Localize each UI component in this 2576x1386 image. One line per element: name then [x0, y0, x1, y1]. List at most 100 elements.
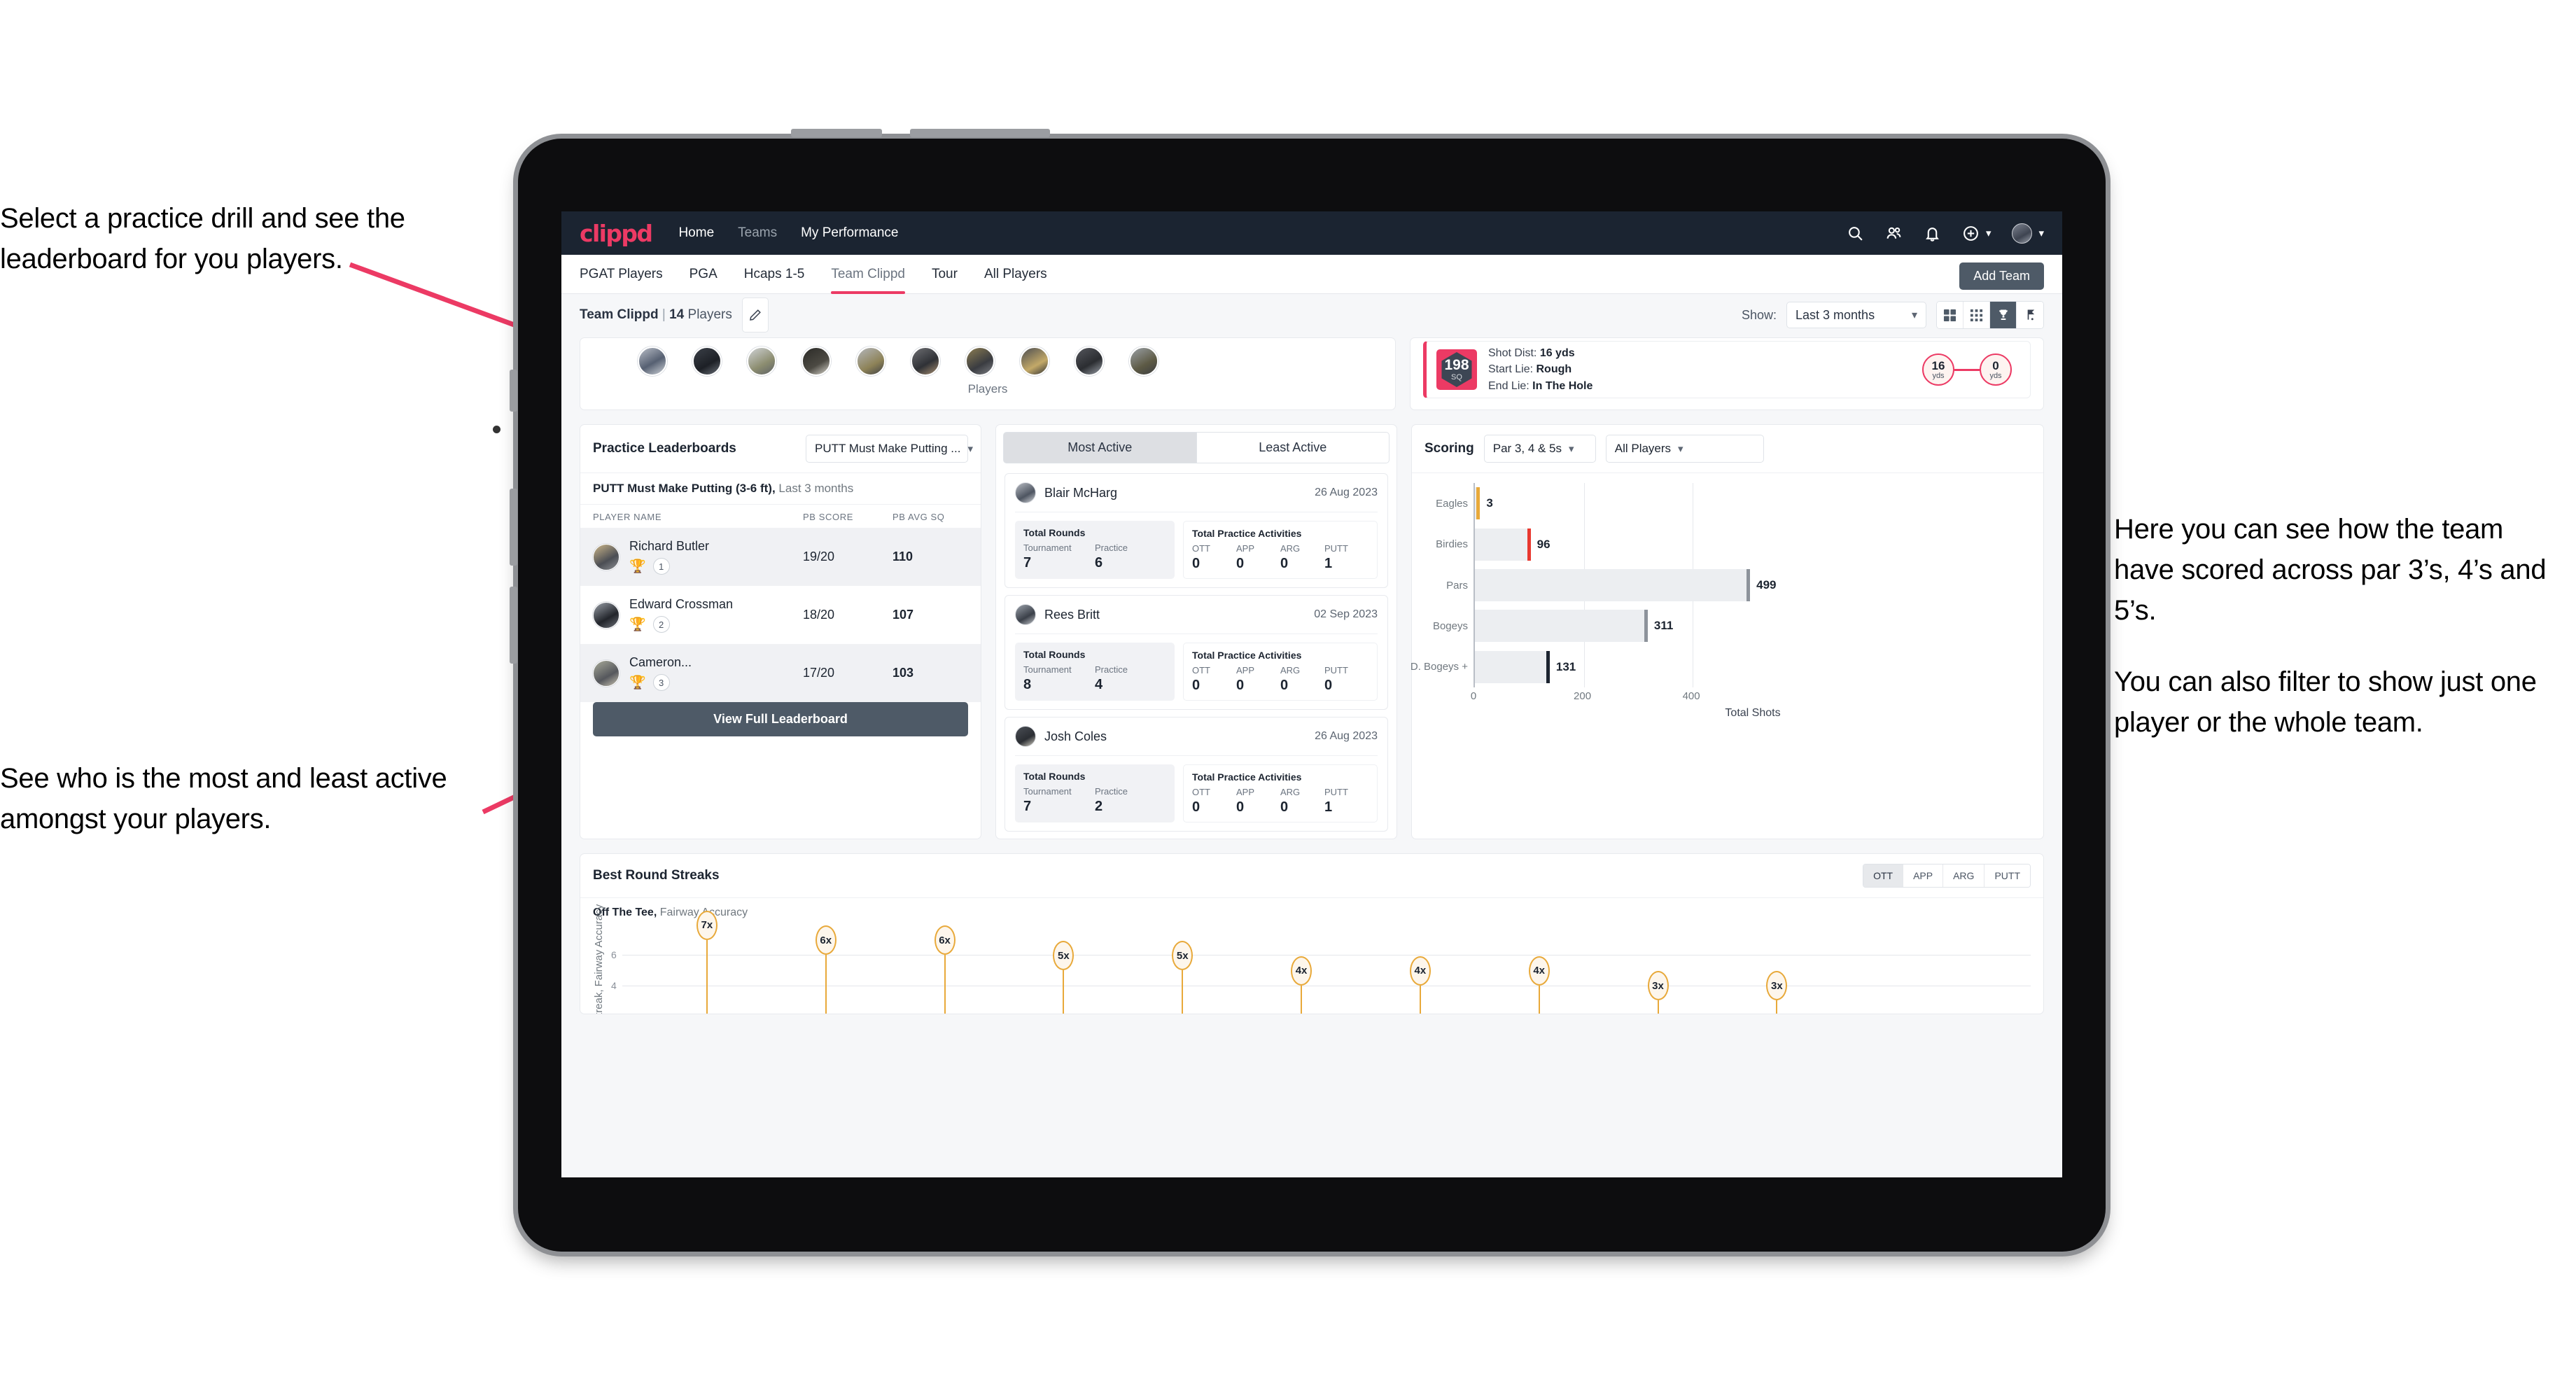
streak-stem	[944, 955, 946, 1014]
tab-all-players[interactable]: All Players	[984, 255, 1047, 294]
rounds-tournament: Tournament 7	[1023, 786, 1095, 815]
chart-bar-row: Bogeys 311	[1433, 610, 1674, 643]
nav-my-performance[interactable]: My Performance	[801, 225, 898, 241]
table-row[interactable]: Cameron... 🏆 3 17/20 103	[580, 644, 981, 702]
bar-category-label: Eagles	[1436, 497, 1468, 510]
streaks-tab-app[interactable]: APP	[1903, 864, 1944, 887]
bottom-row: Best Round Streaks OTT APP ARG PUTT Off …	[580, 853, 2044, 1014]
bar-value-label: 311	[1653, 619, 1674, 633]
key: APP	[1236, 543, 1255, 554]
trophy-icon: 🏆	[629, 617, 646, 632]
edit-team-button[interactable]	[741, 298, 769, 332]
streak-marker[interactable]: 4x	[1409, 955, 1431, 986]
practice-ott: OTT 0	[1192, 543, 1236, 572]
chevron-down-icon: ▾	[2038, 227, 2044, 239]
tab-team-clippd[interactable]: Team Clippd	[831, 255, 905, 294]
streak-marker[interactable]: 6x	[934, 925, 955, 955]
tab-pgat-players[interactable]: PGAT Players	[580, 255, 663, 294]
tab-hcaps-1-5[interactable]: Hcaps 1-5	[744, 255, 805, 294]
streak-marker[interactable]: 4x	[1528, 955, 1550, 986]
player-avatar[interactable]	[1129, 346, 1158, 376]
view-grid-small-button[interactable]	[1963, 302, 1990, 328]
player-avatar[interactable]	[856, 346, 886, 376]
activity-card[interactable]: Blair McHarg 26 Aug 2023 Total Rounds To…	[1004, 473, 1388, 588]
separator: |	[662, 307, 666, 322]
drill-select[interactable]: PUTT Must Make Putting ... ▾	[806, 435, 973, 463]
par-select[interactable]: Par 3, 4 & 5s ▾	[1483, 435, 1596, 463]
player-avatar[interactable]	[1020, 346, 1049, 376]
value: 0	[1192, 556, 1200, 571]
tab-most-active[interactable]: Most Active	[1003, 432, 1197, 463]
clippd-logo[interactable]: clippd	[580, 222, 653, 245]
streak-marker[interactable]: 6x	[815, 925, 836, 955]
nav-teams[interactable]: Teams	[738, 225, 777, 241]
view-grid-large-button[interactable]	[1937, 302, 1963, 328]
key: OTT	[1192, 787, 1210, 797]
date-range-select[interactable]: Last 3 months ▾	[1786, 302, 1926, 328]
view-golf-flag-button[interactable]	[2017, 302, 2043, 328]
player-avatar[interactable]	[638, 346, 667, 376]
bar-cap	[1746, 569, 1751, 601]
player-filter-select[interactable]: All Players ▾	[1605, 435, 1764, 463]
pb-score: 17/20	[803, 666, 835, 680]
sq-badge: 198 SQ	[1436, 349, 1477, 390]
top-row: Players 198 SQ Shot Dist: 16 yds Start L…	[580, 337, 2044, 410]
middle-row: Practice Leaderboards PUTT Must Make Put…	[580, 424, 2044, 839]
streak-marker[interactable]: 3x	[1766, 971, 1788, 1001]
tab-tour[interactable]: Tour	[932, 255, 958, 294]
trophy-icon	[1998, 309, 2008, 320]
streak-marker[interactable]: 4x	[1291, 955, 1312, 986]
people-icon[interactable]	[1885, 225, 1903, 242]
table-row[interactable]: Edward Crossman 🏆 2 18/20 107	[580, 586, 981, 644]
player-badges: 🏆 3	[629, 674, 803, 691]
streaks-subtitle: Off The Tee, Fairway Accuracy	[580, 898, 2043, 919]
player-avatar[interactable]	[911, 346, 940, 376]
tab-least-active[interactable]: Least Active	[1196, 432, 1390, 463]
activity-card-header: Blair McHarg 26 Aug 2023	[1015, 482, 1378, 503]
practice-putt: PUTT 1	[1324, 787, 1368, 816]
player-filter-value: All Players	[1614, 442, 1672, 455]
shot-dist-label: Shot Dist:	[1488, 347, 1537, 360]
chevron-down-icon: ▾	[1678, 443, 1684, 455]
activity-date: 26 Aug 2023	[1315, 730, 1378, 742]
activity-card[interactable]: Josh Coles 26 Aug 2023 Total Rounds Tour…	[1004, 717, 1388, 832]
total-rounds-title: Total Rounds	[1023, 649, 1086, 660]
search-icon[interactable]	[1847, 225, 1864, 242]
x-tick-label: 200	[1574, 690, 1592, 702]
streak-marker[interactable]: 3x	[1647, 971, 1669, 1001]
streak-marker[interactable]: 5x	[1053, 941, 1074, 970]
streaks-tab-arg[interactable]: ARG	[1943, 864, 1985, 887]
pb-score: 18/20	[803, 608, 835, 622]
table-row[interactable]: Richard Butler 🏆 1 19/20 110	[580, 528, 981, 586]
scoring-header: Scoring Par 3, 4 & 5s ▾ All Players ▾	[1412, 425, 2043, 473]
player-avatar[interactable]	[802, 346, 831, 376]
scoring-x-title: Total Shots	[1725, 707, 1781, 719]
key: OTT	[1192, 665, 1210, 676]
annotation-top-left: Select a practice drill and see the lead…	[0, 198, 539, 279]
streaks-tab-ott[interactable]: OTT	[1863, 864, 1904, 887]
nav-home[interactable]: Home	[678, 225, 714, 241]
annotation-text: Here you can see how the team have score…	[2114, 514, 2547, 626]
avatar[interactable]	[2012, 223, 2033, 244]
streak-marker[interactable]: 7x	[696, 910, 718, 940]
player-avatar[interactable]	[965, 346, 995, 376]
y-tick-label: 6	[611, 949, 617, 961]
player-avatar[interactable]	[747, 346, 776, 376]
add-menu[interactable]: ▾	[1962, 225, 1991, 242]
player-avatar[interactable]	[1074, 346, 1104, 376]
profile-menu[interactable]: ▾	[2012, 223, 2044, 244]
streak-marker[interactable]: 5x	[1172, 941, 1194, 970]
view-full-leaderboard-button[interactable]: View Full Leaderboard	[593, 702, 968, 736]
streaks-tab-putt[interactable]: PUTT	[1984, 864, 2030, 887]
activity-card[interactable]: Rees Britt 02 Sep 2023 Total Rounds Tour…	[1004, 595, 1388, 710]
plus-circle-icon[interactable]	[1962, 225, 1980, 242]
view-trophy-button[interactable]	[1990, 302, 2017, 328]
add-team-button[interactable]: Add Team	[1959, 262, 2044, 290]
tab-pga[interactable]: PGA	[690, 255, 718, 294]
bar-fill	[1475, 610, 1644, 643]
bell-icon[interactable]	[1924, 225, 1941, 242]
annotation-text: Select a practice drill and see the lead…	[0, 203, 405, 274]
player-avatar[interactable]	[692, 346, 722, 376]
practice-arg: ARG 0	[1280, 543, 1324, 572]
total-rounds-box: Total Rounds Tournament 7 Practice	[1015, 764, 1175, 822]
